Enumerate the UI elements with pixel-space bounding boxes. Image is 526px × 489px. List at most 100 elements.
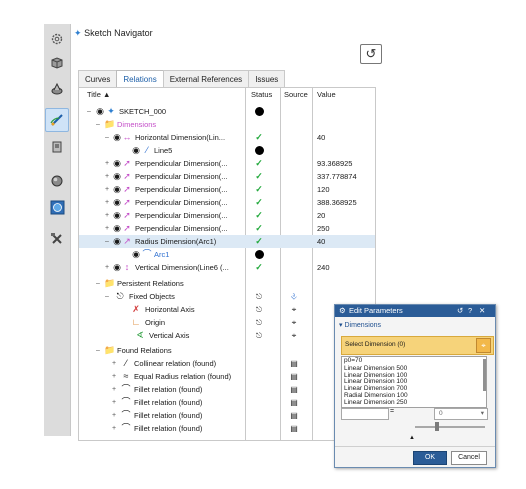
collapse-icon[interactable]: – — [105, 131, 109, 144]
collapse-up-icon[interactable]: ▲ — [409, 435, 415, 441]
tree-row-dimension[interactable]: + ◉ ➚ Perpendicular Dimension(... ✓ 93.3… — [79, 157, 375, 170]
visibility-eye-icon[interactable]: ◉ — [112, 210, 122, 220]
list-item[interactable]: Linear Dimension 250 — [342, 399, 486, 407]
tab-relations[interactable]: Relations — [116, 70, 164, 88]
tree-row-label: Perpendicular Dimension(... — [135, 185, 228, 194]
collapse-icon[interactable]: – — [105, 235, 109, 248]
tree-row-dimension[interactable]: + ◉ ➚ Perpendicular Dimension(... ✓ 250 — [79, 222, 375, 235]
tree-row-found-relation[interactable]: + ⁄ Collinear relation (found) ▤ — [79, 357, 375, 370]
collapse-icon[interactable]: – — [105, 290, 109, 303]
sphere-icon[interactable] — [46, 170, 68, 192]
tree-row-dimension[interactable]: + ◉ ↕ Vertical Dimension(Line6 (... ✓ 24… — [79, 261, 375, 274]
visibility-eye-icon[interactable]: ◉ — [131, 249, 141, 259]
visibility-eye-icon[interactable]: ◉ — [112, 223, 122, 233]
expand-icon[interactable]: + — [112, 357, 116, 370]
parameter-name-input[interactable] — [341, 408, 389, 420]
tree-row-arc[interactable]: ◉ ⌒ Arc1 — [79, 248, 375, 261]
value-slider-handle[interactable] — [435, 422, 439, 431]
tree-row-dimension[interactable]: + ◉ ➚ Perpendicular Dimension(... ✓ 120 — [79, 183, 375, 196]
collapse-icon[interactable]: – — [96, 277, 100, 290]
tab-external-references[interactable]: External References — [162, 70, 250, 87]
binoculars-icon: ▤ — [290, 359, 298, 368]
tab-bar: Curves Relations External References Iss… — [78, 70, 286, 88]
visibility-eye-icon[interactable]: ◉ — [131, 145, 141, 155]
visibility-eye-icon[interactable]: ◉ — [112, 132, 122, 142]
document-cube-icon[interactable] — [46, 136, 68, 158]
list-scrollbar[interactable] — [483, 359, 486, 391]
column-header-source[interactable]: Source — [284, 88, 308, 101]
tree-row-dimension[interactable]: – ◉ ↔ Horizontal Dimension(Lin... ✓ 40 — [79, 131, 375, 144]
expand-icon[interactable]: + — [112, 370, 116, 383]
visibility-eye-icon[interactable]: ◉ — [112, 158, 122, 168]
expand-icon[interactable]: + — [105, 157, 109, 170]
tab-issues[interactable]: Issues — [248, 70, 286, 87]
settings-gear-icon[interactable] — [46, 28, 68, 50]
column-header-status[interactable]: Status — [251, 88, 272, 101]
tree-row-value: 250 — [317, 224, 330, 233]
expand-icon[interactable]: + — [112, 383, 116, 396]
tree-row-persistent-relations[interactable]: – 📁 Persistent Relations — [79, 277, 375, 290]
expand-icon[interactable]: + — [105, 209, 109, 222]
expand-icon[interactable]: + — [105, 183, 109, 196]
expand-icon[interactable]: + — [112, 396, 116, 409]
tree-row-dimension[interactable]: + ◉ ➚ Perpendicular Dimension(... ✓ 388.… — [79, 196, 375, 209]
visibility-eye-icon[interactable]: ◉ — [112, 171, 122, 181]
visibility-eye-icon[interactable]: ◉ — [112, 236, 122, 246]
sketch-navigator-icon[interactable] — [45, 108, 69, 132]
dimensions-section-header[interactable]: ▾ Dimensions — [339, 321, 381, 329]
tree-row-found-relation[interactable]: + ≈ Equal Radius relation (found) ▤ — [79, 370, 375, 383]
shape-stack-icon[interactable] — [46, 78, 68, 100]
relations-tree[interactable]: Title ▲ Status Source Value – ◉ ✦ SKETCH… — [78, 87, 376, 441]
visibility-eye-icon[interactable]: ◉ — [95, 106, 105, 116]
dialog-titlebar[interactable]: ⚙ Edit Parameters ↺ ? ✕ — [335, 305, 495, 317]
tree-row-found-relation[interactable]: + ⌒ Fillet relation (found) ▤ — [79, 409, 375, 422]
tree-row-horizontal-axis[interactable]: ✗ Horizontal Axis ⎋ ⌖ — [79, 303, 375, 316]
tree-row-line[interactable]: ◉ ⁄ Line5 — [79, 144, 375, 157]
expand-icon[interactable]: + — [112, 422, 116, 435]
expand-icon[interactable]: + — [112, 409, 116, 422]
tree-row-vertical-axis[interactable]: ∢ Vertical Axis ⎋ ⌖ — [79, 329, 375, 342]
undo-icon[interactable]: ↺ — [360, 44, 382, 64]
tree-row-fixed-objects[interactable]: – ⎋ Fixed Objects ⎋ ⎀ — [79, 290, 375, 303]
visibility-eye-icon[interactable]: ◉ — [112, 197, 122, 207]
tree-row-sketch[interactable]: – ◉ ✦ SKETCH_000 — [79, 105, 375, 118]
cancel-button[interactable]: Cancel — [451, 451, 487, 465]
tab-curves[interactable]: Curves — [78, 70, 118, 87]
expand-icon[interactable]: + — [105, 261, 109, 274]
visibility-eye-icon[interactable]: ◉ — [112, 262, 122, 272]
tree-row-found-relation[interactable]: + ⌒ Fillet relation (found) ▤ — [79, 383, 375, 396]
dimension-list[interactable]: p0=70 Linear Dimension 500 Linear Dimens… — [341, 356, 487, 408]
tree-row-radius-dimension[interactable]: – ◉ ↗ Radius Dimension(Arc1) ✓ 40 — [79, 235, 375, 248]
selection-target-icon[interactable]: ⌖ — [476, 338, 491, 353]
value-slider-track[interactable] — [415, 426, 485, 428]
close-icon[interactable]: ✕ — [479, 305, 485, 317]
expand-icon[interactable]: + — [105, 222, 109, 235]
tree-row-origin[interactable]: ∟ Origin ⎋ ⌖ — [79, 316, 375, 329]
tree-row-found-relation[interactable]: + ⌒ Fillet relation (found) ▤ — [79, 396, 375, 409]
column-header-value[interactable]: Value — [317, 88, 336, 101]
column-header-title[interactable]: Title ▲ — [87, 88, 110, 101]
help-icon[interactable]: ? — [468, 305, 472, 317]
tree-row-dimension[interactable]: + ◉ ➚ Perpendicular Dimension(... ✓ 337.… — [79, 170, 375, 183]
expand-icon[interactable]: + — [105, 196, 109, 209]
tree-row-found-relation[interactable]: + ⌒ Fillet relation (found) ▤ — [79, 422, 375, 435]
globe-icon[interactable] — [46, 196, 68, 218]
collapse-icon[interactable]: – — [87, 105, 91, 118]
tools-icon[interactable] — [46, 228, 68, 250]
expand-icon[interactable]: + — [105, 170, 109, 183]
tree-row-value: 388.368925 — [317, 198, 357, 207]
select-dimension-field[interactable]: Select Dimension (0) ⌖ — [341, 336, 494, 355]
collapse-icon[interactable]: – — [96, 118, 100, 131]
visibility-eye-icon[interactable]: ◉ — [112, 184, 122, 194]
status-check-icon: ✓ — [255, 210, 263, 220]
tree-row-value: 240 — [317, 263, 330, 272]
reset-icon[interactable]: ↺ — [457, 305, 463, 317]
value-dropdown[interactable]: 0 ▾ — [434, 408, 488, 420]
ok-button[interactable]: OK — [413, 451, 447, 465]
part-box-icon[interactable] — [46, 52, 68, 74]
collapse-icon[interactable]: – — [96, 344, 100, 357]
dialog-divider — [335, 446, 495, 447]
tree-row-dimension[interactable]: + ◉ ➚ Perpendicular Dimension(... ✓ 20 — [79, 209, 375, 222]
tree-row-dimensions[interactable]: – 📁 Dimensions — [79, 118, 375, 131]
tree-row-found-relations[interactable]: – 📁 Found Relations — [79, 344, 375, 357]
